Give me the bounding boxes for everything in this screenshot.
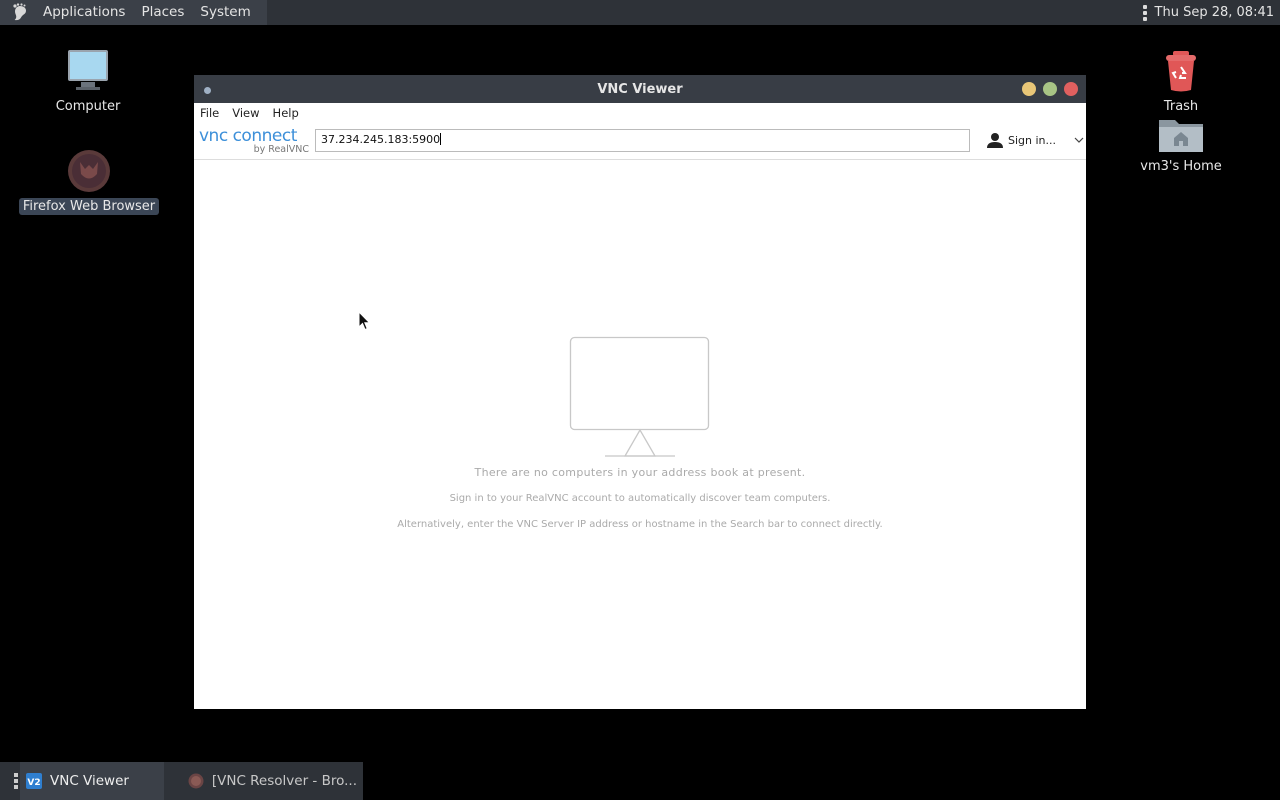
desktop-icon-firefox[interactable]: Firefox Web Browser: [18, 148, 160, 215]
firefox-icon: [188, 773, 204, 789]
window-menu-icon[interactable]: [204, 87, 211, 94]
address-book-area[interactable]: There are no computers in your address b…: [194, 160, 1086, 708]
toolbar: vnc connect by RealVNC 37.234.245.183:59…: [194, 123, 1086, 160]
search-input[interactable]: 37.234.245.183:5900: [315, 129, 970, 152]
text-caret: [440, 133, 442, 145]
mouse-cursor-icon: [358, 311, 371, 331]
vnc-viewer-icon: V2: [26, 773, 42, 789]
user-icon: [987, 133, 1003, 148]
empty-message-3: Alternatively, enter the VNC Server IP a…: [397, 519, 883, 530]
task-vnc-viewer[interactable]: V2 VNC Viewer: [20, 762, 164, 800]
clock[interactable]: Thu Sep 28, 08:41: [1155, 5, 1274, 20]
desktop-icon-label: Computer: [55, 99, 121, 114]
panel-handle-icon[interactable]: [1142, 4, 1147, 21]
menu-places[interactable]: Places: [133, 0, 192, 25]
vnc-viewer-window: VNC Viewer File View Help vnc connect by…: [194, 75, 1086, 709]
menubar: File View Help: [194, 103, 1086, 123]
desktop-icon-label: vm3's Home: [1140, 159, 1222, 174]
top-panel: Applications Places System Thu Sep 28, 0…: [0, 0, 1280, 25]
vnc-connect-logo: vnc connect by RealVNC: [199, 126, 311, 156]
desktop-icon-label: Firefox Web Browser: [18, 198, 160, 215]
svg-text:V2: V2: [27, 778, 40, 788]
sign-in-label: Sign in...: [1008, 133, 1057, 147]
menu-view[interactable]: View: [232, 106, 259, 120]
gnome-foot-icon[interactable]: [8, 0, 32, 25]
task-label: [VNC Resolver - Bro...: [211, 773, 357, 789]
empty-monitor-icon: [569, 336, 710, 457]
window-title: VNC Viewer: [597, 81, 683, 97]
desktop-icon-home[interactable]: vm3's Home: [1136, 114, 1226, 175]
desktop-icon-computer[interactable]: Computer: [52, 48, 124, 115]
menu-help[interactable]: Help: [273, 106, 299, 120]
window-controls: [1022, 82, 1078, 96]
top-panel-right: Thu Sep 28, 08:41: [1142, 0, 1280, 25]
trash-icon: [1166, 51, 1196, 92]
empty-message-2: Sign in to your RealVNC account to autom…: [449, 493, 831, 504]
window-titlebar[interactable]: VNC Viewer: [194, 75, 1086, 103]
taskbar-handle-icon[interactable]: [14, 773, 18, 789]
logo-main: vnc connect: [199, 126, 297, 146]
chevron-down-icon[interactable]: [1074, 137, 1084, 143]
menu-file[interactable]: File: [200, 106, 219, 120]
sign-in-button[interactable]: Sign in...: [986, 131, 1084, 149]
close-button[interactable]: [1064, 82, 1078, 96]
menu-system[interactable]: System: [192, 0, 258, 25]
maximize-button[interactable]: [1043, 82, 1057, 96]
top-panel-menus: Applications Places System: [0, 0, 267, 25]
firefox-icon: [68, 150, 110, 192]
menu-applications[interactable]: Applications: [35, 0, 133, 25]
computer-icon: [68, 50, 108, 90]
task-vnc-resolver-browser[interactable]: [VNC Resolver - Bro...: [182, 762, 363, 800]
empty-message-1: There are no computers in your address b…: [474, 466, 806, 479]
taskbar: V2 VNC Viewer [VNC Resolver - Bro...: [0, 762, 363, 800]
desktop-icon-trash[interactable]: Trash: [1146, 48, 1216, 115]
logo-sub: by RealVNC: [253, 144, 309, 155]
minimize-button[interactable]: [1022, 82, 1036, 96]
task-label: VNC Viewer: [50, 773, 129, 789]
desktop-icon-label: Trash: [1163, 99, 1199, 114]
search-value: 37.234.245.183:5900: [321, 133, 441, 146]
home-folder-icon: [1159, 120, 1203, 152]
